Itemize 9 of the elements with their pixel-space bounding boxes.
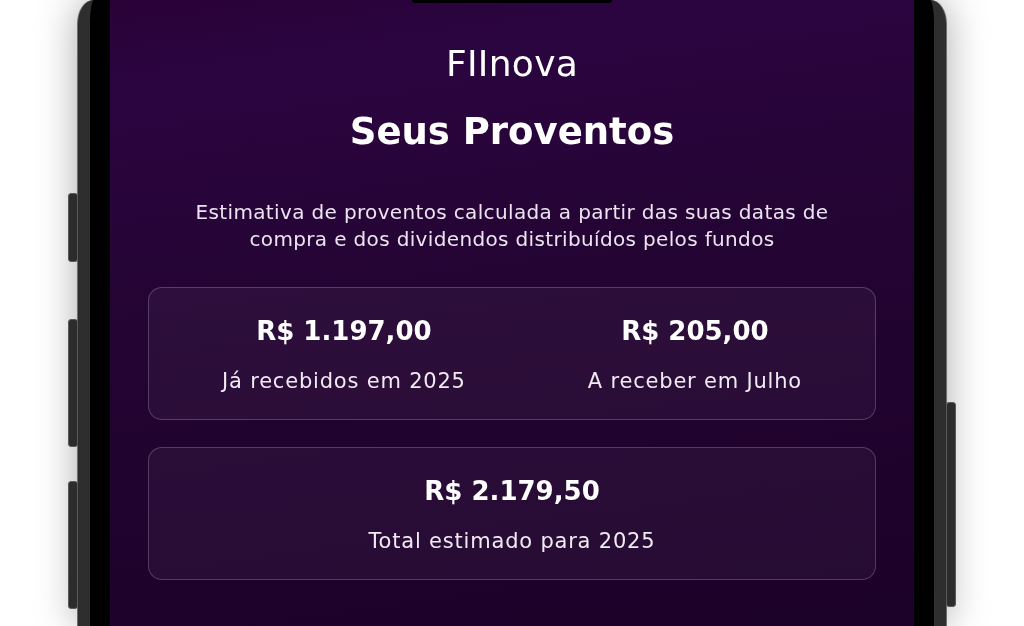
stat-value: R$ 2.179,50: [423, 475, 601, 508]
page-title: Seus Proventos: [348, 109, 676, 155]
app-name: FIInova: [444, 42, 580, 85]
stat-label: Já recebidos em 2025: [220, 368, 467, 395]
stat-label: Total estimado para 2025: [367, 528, 657, 555]
stat-value: R$ 205,00: [620, 315, 770, 348]
stat-label: A receber em Julho: [586, 368, 803, 395]
stat-value: R$ 1.197,00: [255, 315, 433, 348]
page-description: Estimativa de proventos calculada a partir das suas datas de compra e dos dividendos distribuídos pelos fundos: [194, 199, 830, 253]
